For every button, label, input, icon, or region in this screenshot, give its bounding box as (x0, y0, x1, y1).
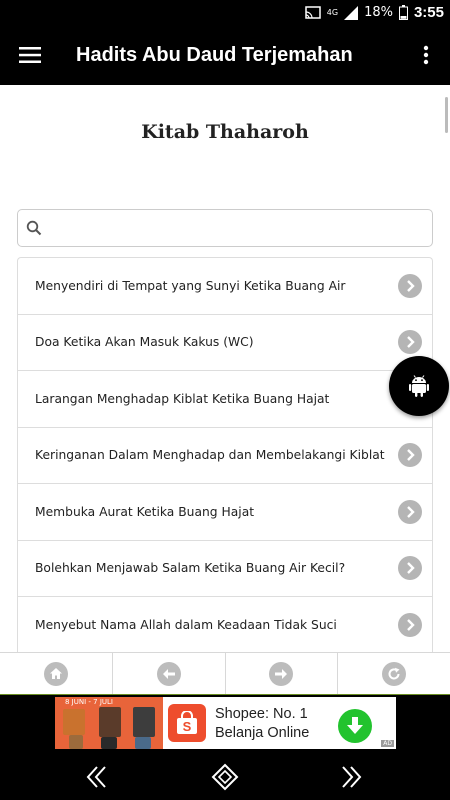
home-button[interactable] (0, 653, 113, 694)
bottom-nav (0, 652, 450, 695)
list-item-label: Bolehkan Menjawab Salam Ketika Buang Air… (35, 561, 346, 576)
search-box[interactable] (17, 209, 433, 247)
overflow-menu-button[interactable] (402, 25, 450, 85)
chevron-right-icon[interactable] (398, 499, 422, 524)
forward-button[interactable] (226, 653, 339, 694)
app-title: Hadits Abu Daud Terjemahan (76, 43, 353, 66)
list-item[interactable]: Keringanan Dalam Menghadap dan Membelaka… (18, 428, 432, 484)
shopee-logo: S (168, 704, 206, 742)
list-item-label: Menyendiri di Tempat yang Sunyi Ketika B… (35, 278, 346, 293)
system-recents-button[interactable] (336, 762, 366, 792)
more-vert-icon (423, 45, 429, 65)
section-title: Kitab Thaharoh (141, 121, 309, 143)
list-item-label: Membuka Aurat Ketika Buang Hajat (35, 504, 255, 519)
status-bar: 4G 18% 3:55 (0, 0, 450, 25)
ad-area: 8 JUNI - 7 JULI S Shopee: No. 1 Belanja … (0, 695, 450, 752)
clock: 3:55 (413, 4, 444, 21)
ad-product-image: 8 JUNI - 7 JULI (55, 697, 163, 749)
chapter-list: Menyendiri di Tempat yang Sunyi Ketika B… (17, 257, 433, 652)
list-item-label: Doa Ketika Akan Masuk Kakus (WC) (35, 335, 254, 350)
network-type: 4G (326, 8, 339, 17)
ad-banner[interactable]: 8 JUNI - 7 JULI S Shopee: No. 1 Belanja … (55, 697, 396, 749)
list-item-label: Larangan Menghadap Kiblat Ketika Buang H… (35, 391, 330, 406)
list-item[interactable]: Menyebut Nama Allah dalam Keadaan Tidak … (18, 597, 432, 652)
system-home-button[interactable] (210, 762, 240, 792)
app-bar: Hadits Abu Daud Terjemahan (0, 25, 450, 85)
list-item-label: Keringanan Dalam Menghadap dan Membelaka… (35, 448, 385, 463)
android-icon (409, 375, 429, 397)
chevron-right-icon[interactable] (398, 273, 422, 298)
double-chevron-left-icon (86, 766, 106, 788)
hamburger-icon (19, 47, 41, 63)
system-nav-bar (0, 752, 450, 800)
forward-arrow-icon (269, 661, 294, 686)
ad-headline: Shopee: No. 1 Belanja Online (215, 706, 310, 741)
list-item[interactable]: Menyendiri di Tempat yang Sunyi Ketika B… (18, 258, 432, 315)
svg-text:S: S (183, 719, 192, 734)
back-arrow-icon (156, 661, 181, 686)
back-button[interactable] (113, 653, 226, 694)
search-input[interactable] (48, 213, 432, 243)
home-icon (43, 661, 68, 686)
ad-badge: AD (381, 740, 394, 747)
android-fab-button[interactable] (389, 356, 449, 416)
refresh-icon (382, 661, 407, 686)
chevron-right-icon[interactable] (398, 330, 422, 355)
signal-icon (344, 5, 359, 20)
refresh-button[interactable] (338, 653, 450, 694)
cast-icon (305, 6, 321, 19)
status-icons: 4G 18% 3:55 (305, 0, 444, 25)
menu-button[interactable] (0, 25, 60, 85)
chevron-right-icon[interactable] (398, 612, 422, 637)
battery-icon (398, 5, 408, 20)
list-item-label: Menyebut Nama Allah dalam Keadaan Tidak … (35, 617, 337, 632)
diamond-home-icon (211, 763, 239, 791)
chevron-right-icon[interactable] (398, 556, 422, 581)
search-icon (26, 220, 42, 236)
chevron-right-icon[interactable] (398, 443, 422, 468)
main-content[interactable]: Kitab Thaharoh Menyendiri di Tempat yang… (0, 85, 450, 652)
battery-percent: 18% (364, 5, 393, 20)
list-item[interactable]: Membuka Aurat Ketika Buang Hajat (18, 484, 432, 541)
download-icon (347, 717, 363, 734)
double-chevron-right-icon (342, 766, 362, 788)
list-item[interactable]: Doa Ketika Akan Masuk Kakus (WC) (18, 315, 432, 371)
list-item[interactable]: Bolehkan Menjawab Salam Ketika Buang Air… (18, 541, 432, 597)
download-button[interactable] (338, 709, 372, 743)
list-item[interactable]: Larangan Menghadap Kiblat Ketika Buang H… (18, 371, 432, 428)
system-back-button[interactable] (82, 762, 112, 792)
ad-promo-dates: 8 JUNI - 7 JULI (65, 698, 113, 706)
